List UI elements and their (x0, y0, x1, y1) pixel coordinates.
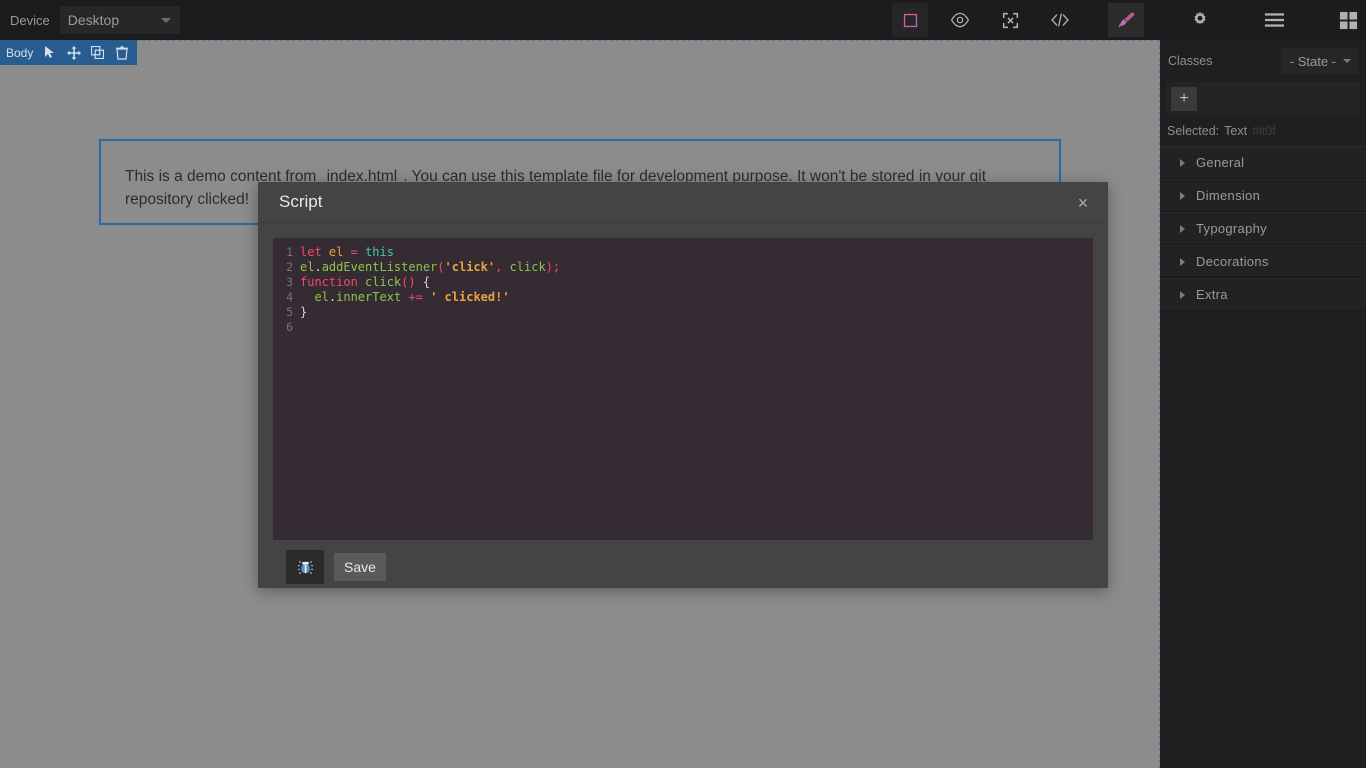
fullscreen-button[interactable] (992, 3, 1028, 37)
code-line: 1let el = this (273, 245, 1093, 260)
sector-label: Extra (1196, 287, 1228, 302)
top-toolbar-actions (892, 0, 1366, 40)
top-toolbar: Device Desktop (0, 0, 1366, 40)
line-number: 3 (273, 275, 300, 290)
modal-title: Script (279, 192, 322, 212)
canvas-frame-top-edge (130, 40, 1160, 41)
paint-brush-icon (1116, 10, 1136, 30)
save-button[interactable]: Save (334, 553, 386, 581)
code-text: function click() { (300, 275, 430, 290)
move-icon[interactable] (66, 45, 81, 60)
borders-visibility-button[interactable] (892, 3, 928, 37)
chevron-down-icon (161, 18, 171, 23)
code-line: 5} (273, 305, 1093, 320)
code-line: 3function click() { (273, 275, 1093, 290)
code-text: el.addEventListener('click', click); (300, 260, 560, 275)
trash-icon[interactable] (114, 45, 129, 60)
open-style-manager-button[interactable] (1108, 3, 1144, 37)
device-select-value: Desktop (68, 12, 119, 28)
code-line: 4 el.innerText += ' clicked!' (273, 290, 1093, 305)
selected-component-row: Selected: Text #it0f (1160, 116, 1366, 146)
line-number: 2 (273, 260, 300, 275)
line-number: 1 (273, 245, 300, 260)
style-manager-sectors: General Dimension Typography Decorations… (1160, 146, 1366, 311)
selected-component-name: Text (1224, 124, 1247, 138)
selected-label: Selected: (1167, 124, 1219, 138)
open-blocks-button[interactable] (1330, 3, 1366, 37)
gear-icon (1191, 11, 1209, 29)
blocks-icon (1339, 11, 1358, 30)
class-manager-header: Classes - State - (1160, 40, 1366, 82)
chevron-down-icon (1343, 59, 1351, 63)
script-code-editor[interactable]: 1let el = this2el.addEventListener('clic… (273, 238, 1093, 540)
modal-footer: Save (273, 540, 1093, 584)
preview-button[interactable] (942, 3, 978, 37)
export-code-button[interactable] (1042, 3, 1078, 37)
code-icon (1050, 12, 1070, 28)
toolbar-group-options (892, 0, 1078, 40)
device-manager: Device Desktop (0, 6, 180, 34)
chevron-right-icon (1180, 258, 1185, 266)
state-select[interactable]: - State - (1281, 48, 1358, 74)
component-badge-body: Body (0, 40, 137, 65)
add-class-button[interactable]: + (1171, 87, 1197, 111)
sector-extra[interactable]: Extra (1160, 278, 1366, 311)
sector-typography[interactable]: Typography (1160, 212, 1366, 245)
fullscreen-icon (1002, 12, 1019, 29)
component-badge-label: Body (6, 46, 33, 60)
debug-button[interactable] (286, 550, 324, 584)
sector-label: Dimension (1196, 188, 1260, 203)
chevron-right-icon (1180, 192, 1185, 200)
modal-header: Script × (258, 182, 1108, 223)
modal-body: 1let el = this2el.addEventListener('clic… (258, 223, 1108, 599)
line-number: 6 (273, 320, 300, 335)
class-tags-container: + (1166, 82, 1360, 116)
sector-label: Typography (1196, 221, 1267, 236)
code-text: } (300, 305, 307, 320)
eye-icon (950, 12, 970, 28)
script-modal: Script × 1let el = this2el.addEventListe… (258, 182, 1108, 588)
line-number: 5 (273, 305, 300, 320)
sector-general[interactable]: General (1160, 146, 1366, 179)
chevron-right-icon (1180, 291, 1185, 299)
square-icon (902, 12, 919, 29)
right-panel: Classes - State - + Selected: Text#it0f … (1160, 40, 1366, 768)
sector-label: Decorations (1196, 254, 1269, 269)
code-line: 2el.addEventListener('click', click); (273, 260, 1093, 275)
code-line: 6 (273, 320, 1093, 335)
hamburger-icon (1264, 12, 1285, 28)
code-text: el.innerText += ' clicked!' (300, 290, 510, 305)
bug-icon (297, 559, 314, 576)
copy-icon[interactable] (90, 45, 105, 60)
chevron-right-icon (1180, 225, 1185, 233)
device-label: Device (10, 13, 50, 28)
chevron-right-icon (1180, 159, 1185, 167)
select-parent-icon[interactable] (42, 45, 57, 60)
device-select[interactable]: Desktop (60, 6, 180, 34)
sector-decorations[interactable]: Decorations (1160, 245, 1366, 278)
line-number: 4 (273, 290, 300, 305)
sector-label: General (1196, 155, 1244, 170)
classes-label: Classes (1168, 54, 1212, 68)
code-text: let el = this (300, 245, 394, 260)
selected-component-id: #it0f (1252, 124, 1276, 138)
open-layers-button[interactable] (1256, 3, 1292, 37)
toolbar-group-views (1108, 0, 1366, 40)
state-select-value: - State - (1290, 54, 1336, 69)
app-root: Device Desktop (0, 0, 1366, 768)
open-settings-button[interactable] (1182, 3, 1218, 37)
sector-dimension[interactable]: Dimension (1160, 179, 1366, 212)
close-icon[interactable]: × (1072, 192, 1094, 214)
